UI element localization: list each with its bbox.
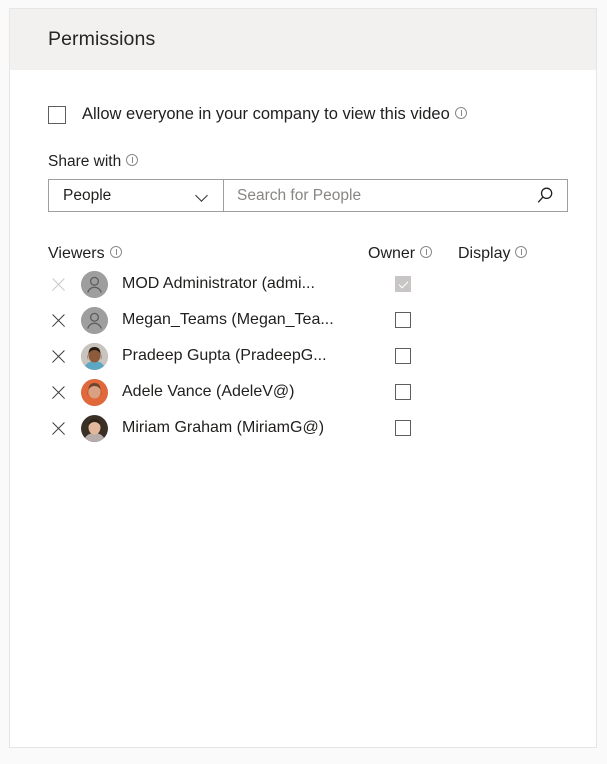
viewer-name: Megan_Teams (Megan_Tea... — [122, 311, 334, 328]
share-with-label: Share with — [48, 153, 558, 171]
viewers-table: Viewers Owner Display MOD Administrator … — [48, 242, 558, 446]
card-body: Allow everyone in your company to view t… — [10, 105, 596, 446]
owner-cell — [368, 348, 458, 364]
info-icon[interactable] — [126, 154, 140, 168]
close-icon[interactable] — [50, 312, 67, 329]
allow-everyone-row[interactable]: Allow everyone in your company to view t… — [48, 105, 558, 124]
viewer-cell: Adele Vance (AdeleV@) — [48, 378, 368, 406]
share-with-select[interactable]: People — [49, 180, 224, 211]
column-header-display: Display — [458, 245, 558, 263]
owner-cell — [368, 312, 458, 328]
owner-checkbox[interactable] — [395, 348, 411, 364]
close-icon[interactable] — [50, 420, 67, 437]
avatar-photo — [81, 342, 108, 370]
allow-everyone-checkbox[interactable] — [48, 105, 66, 124]
info-icon[interactable] — [420, 246, 434, 260]
owner-checkbox — [395, 276, 411, 292]
allow-everyone-label: Allow everyone in your company to view t… — [82, 105, 469, 124]
owner-checkbox[interactable] — [395, 312, 411, 328]
avatar — [81, 270, 108, 298]
viewer-name: Miriam Graham (MiriamG@) — [122, 419, 325, 436]
viewer-name: MOD Administrator (admi... — [122, 275, 315, 292]
table-row: Pradeep Gupta (PradeepG... — [48, 338, 558, 374]
page-title: Permissions — [48, 28, 156, 50]
avatar-placeholder-icon — [81, 306, 108, 334]
avatar-photo — [81, 378, 108, 406]
search-people-field[interactable] — [224, 180, 567, 211]
avatar — [81, 414, 108, 442]
search-input[interactable] — [237, 186, 535, 205]
avatar-photo — [81, 414, 108, 442]
info-icon[interactable] — [109, 246, 124, 260]
viewer-cell: Miriam Graham (MiriamG@) — [48, 414, 368, 442]
info-icon[interactable] — [454, 107, 469, 121]
search-icon[interactable] — [535, 186, 555, 206]
table-body: MOD Administrator (admi... Megan_Teams (M… — [48, 266, 558, 446]
info-icon[interactable] — [515, 246, 529, 260]
viewer-cell: Pradeep Gupta (PradeepG... — [48, 342, 368, 370]
owner-cell — [368, 276, 458, 292]
share-with-select-value: People — [63, 186, 112, 204]
table-row: Adele Vance (AdeleV@) — [48, 374, 558, 410]
owner-checkbox[interactable] — [395, 384, 411, 400]
column-header-viewers: Viewers — [48, 245, 368, 263]
viewer-cell: Megan_Teams (Megan_Tea... — [48, 306, 368, 334]
owner-cell — [368, 384, 458, 400]
column-header-display-label: Display — [458, 245, 511, 262]
permissions-card: Permissions Allow everyone in your compa… — [9, 8, 597, 748]
owner-cell — [368, 420, 458, 436]
chevron-down-icon — [196, 189, 209, 202]
column-header-owner-label: Owner — [368, 245, 416, 262]
share-with-text: Share with — [48, 153, 122, 170]
avatar — [81, 342, 108, 370]
column-header-viewers-label: Viewers — [48, 245, 105, 262]
column-header-owner: Owner — [368, 245, 458, 263]
avatar — [81, 378, 108, 406]
close-icon[interactable] — [50, 348, 67, 365]
card-header: Permissions — [10, 9, 596, 70]
close-icon[interactable] — [50, 384, 67, 401]
close-icon[interactable] — [50, 276, 67, 293]
share-with-control: People — [48, 179, 568, 212]
allow-everyone-text: Allow everyone in your company to view t… — [82, 105, 450, 123]
table-row: Miriam Graham (MiriamG@) — [48, 410, 558, 446]
table-row: MOD Administrator (admi... — [48, 266, 558, 302]
avatar-placeholder-icon — [81, 270, 108, 298]
table-row: Megan_Teams (Megan_Tea... — [48, 302, 558, 338]
viewer-name: Pradeep Gupta (PradeepG... — [122, 347, 327, 364]
owner-checkbox[interactable] — [395, 420, 411, 436]
viewer-name: Adele Vance (AdeleV@) — [122, 383, 295, 400]
avatar — [81, 306, 108, 334]
viewer-cell: MOD Administrator (admi... — [48, 270, 368, 298]
table-header-row: Viewers Owner Display — [48, 242, 558, 266]
